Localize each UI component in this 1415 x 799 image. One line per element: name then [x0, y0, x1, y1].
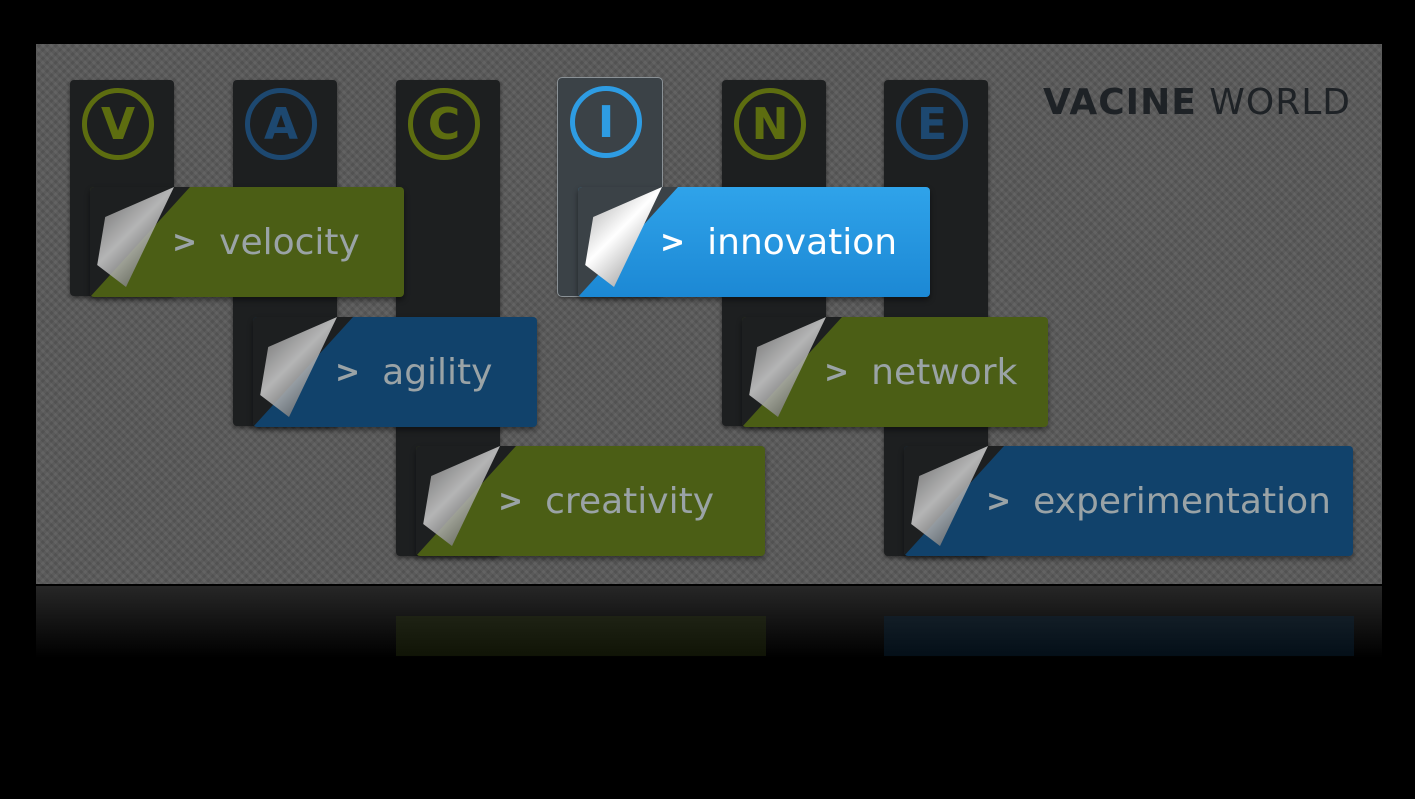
letter-v-icon: V	[82, 88, 154, 160]
tab-creativity[interactable]: > creativity	[416, 446, 765, 556]
tab-innovation[interactable]: > innovation	[578, 187, 930, 297]
brand-logo: VACINE WORLD	[1043, 82, 1351, 123]
tab-label-velocity: velocity	[219, 221, 360, 263]
brand-bold: VACINE	[1042, 82, 1197, 123]
tab-network[interactable]: > network	[742, 317, 1048, 427]
letter-c-icon: C	[408, 88, 480, 160]
letter-a-icon: A	[245, 88, 317, 160]
letter-n-icon: N	[734, 88, 806, 160]
chevron-right-icon: >	[660, 224, 686, 260]
reflection-creativity	[396, 616, 766, 656]
brand-light: WORLD	[1209, 82, 1351, 123]
chevron-right-icon: >	[172, 224, 198, 260]
chevron-right-icon: >	[498, 483, 524, 519]
letter-i-icon: I	[570, 86, 642, 158]
tab-experimentation[interactable]: > experimentation	[904, 446, 1353, 556]
reflection-experimentation	[884, 616, 1354, 656]
letter-e-icon: E	[896, 88, 968, 160]
tab-label-network: network	[871, 351, 1018, 393]
tab-agility[interactable]: > agility	[253, 317, 537, 427]
tab-velocity[interactable]: > velocity	[90, 187, 404, 297]
chevron-right-icon: >	[986, 483, 1012, 519]
stage: V A C I N E > velocity > agility > creat…	[0, 0, 1415, 799]
tab-label-innovation: innovation	[707, 221, 898, 263]
chevron-right-icon: >	[824, 354, 850, 390]
tab-label-creativity: creativity	[545, 480, 714, 522]
tab-label-experimentation: experimentation	[1033, 480, 1331, 522]
tab-label-agility: agility	[382, 351, 493, 393]
chevron-right-icon: >	[335, 354, 361, 390]
